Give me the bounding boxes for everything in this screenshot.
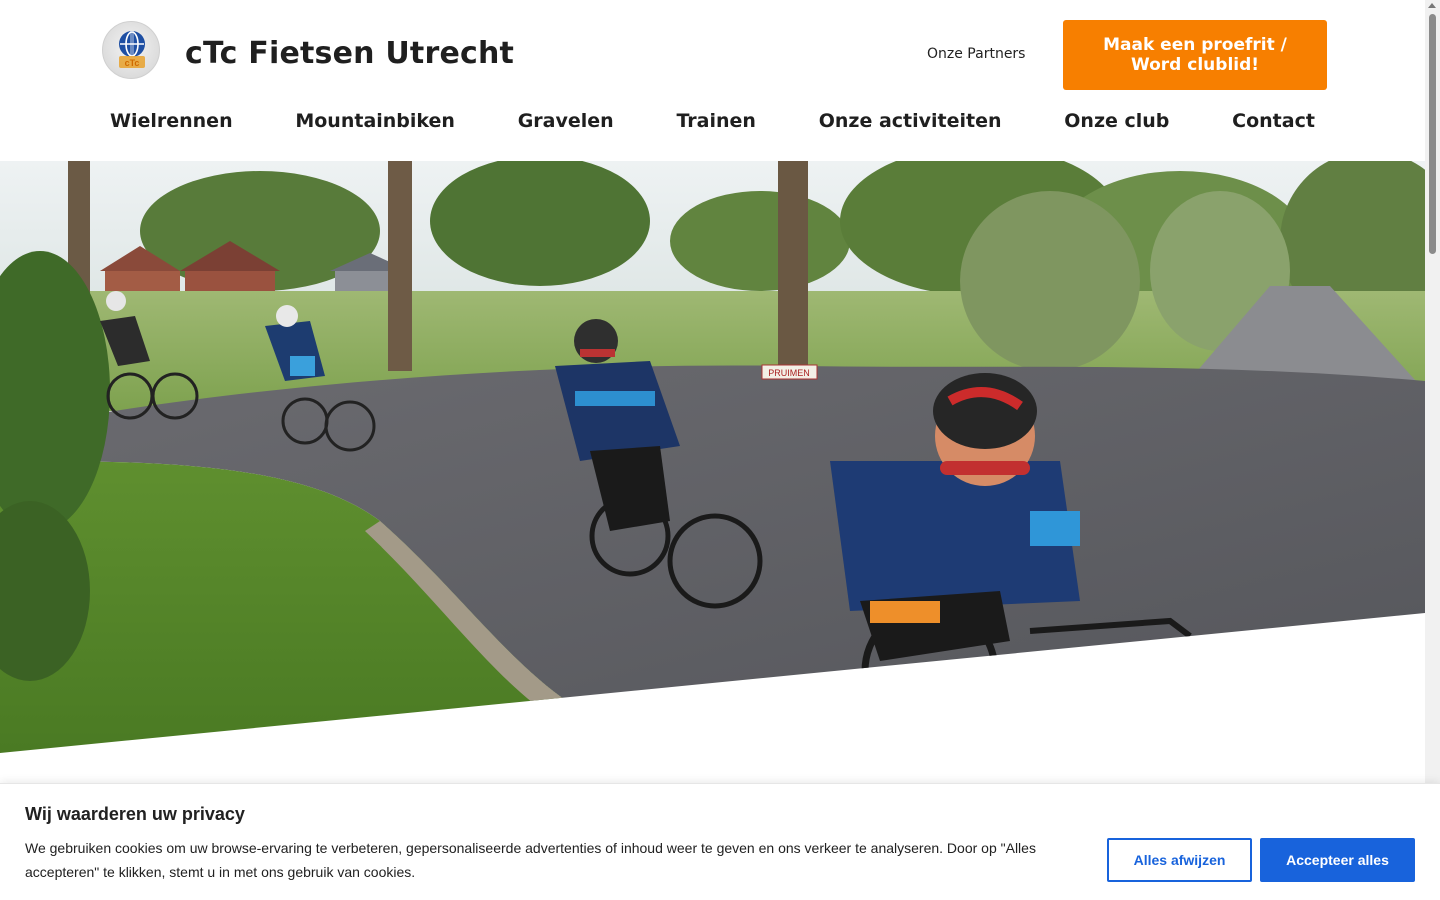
reject-all-button[interactable]: Alles afwijzen: [1107, 838, 1252, 882]
accept-all-button[interactable]: Accepteer alles: [1260, 838, 1415, 882]
partners-link[interactable]: Onze Partners: [927, 46, 1025, 62]
nav-item-onze-activiteiten[interactable]: Onze activiteiten: [819, 110, 1002, 132]
club-logo[interactable]: cTc: [102, 21, 160, 79]
hero-image: PRUIMEN: [0, 161, 1425, 753]
svg-text:cTc: cTc: [125, 58, 140, 68]
cookie-banner: Wij waarderen uw privacy We gebruiken co…: [0, 783, 1440, 900]
page-scrollbar[interactable]: [1425, 0, 1440, 900]
nav-item-gravelen[interactable]: Gravelen: [518, 110, 614, 132]
scroll-thumb[interactable]: [1429, 14, 1436, 254]
svg-text:PRUIMEN: PRUIMEN: [768, 368, 810, 378]
hero-cyclists-illustration: PRUIMEN: [0, 161, 1425, 753]
nav-item-onze-club[interactable]: Onze club: [1064, 110, 1169, 132]
cookie-title: Wij waarderen uw privacy: [25, 804, 245, 824]
scroll-up-arrow-icon[interactable]: [1428, 3, 1436, 8]
site-header: cTc cTc Fietsen Utrecht Onze Partners Ma…: [0, 0, 1425, 161]
trial-ride-button[interactable]: Maak een proefrit / Word clublid!: [1063, 20, 1327, 90]
nav-item-contact[interactable]: Contact: [1232, 110, 1315, 132]
nav-item-mountainbiken[interactable]: Mountainbiken: [295, 110, 455, 132]
club-logo-emblem-icon: cTc: [119, 31, 145, 68]
site-title[interactable]: cTc Fietsen Utrecht: [185, 36, 514, 71]
nav-item-trainen[interactable]: Trainen: [676, 110, 756, 132]
nav-item-wielrennen[interactable]: Wielrennen: [110, 110, 233, 132]
main-nav: Wielrennen Mountainbiken Gravelen Traine…: [110, 110, 1315, 132]
cookie-description: We gebruiken cookies om uw browse-ervari…: [25, 840, 1036, 880]
